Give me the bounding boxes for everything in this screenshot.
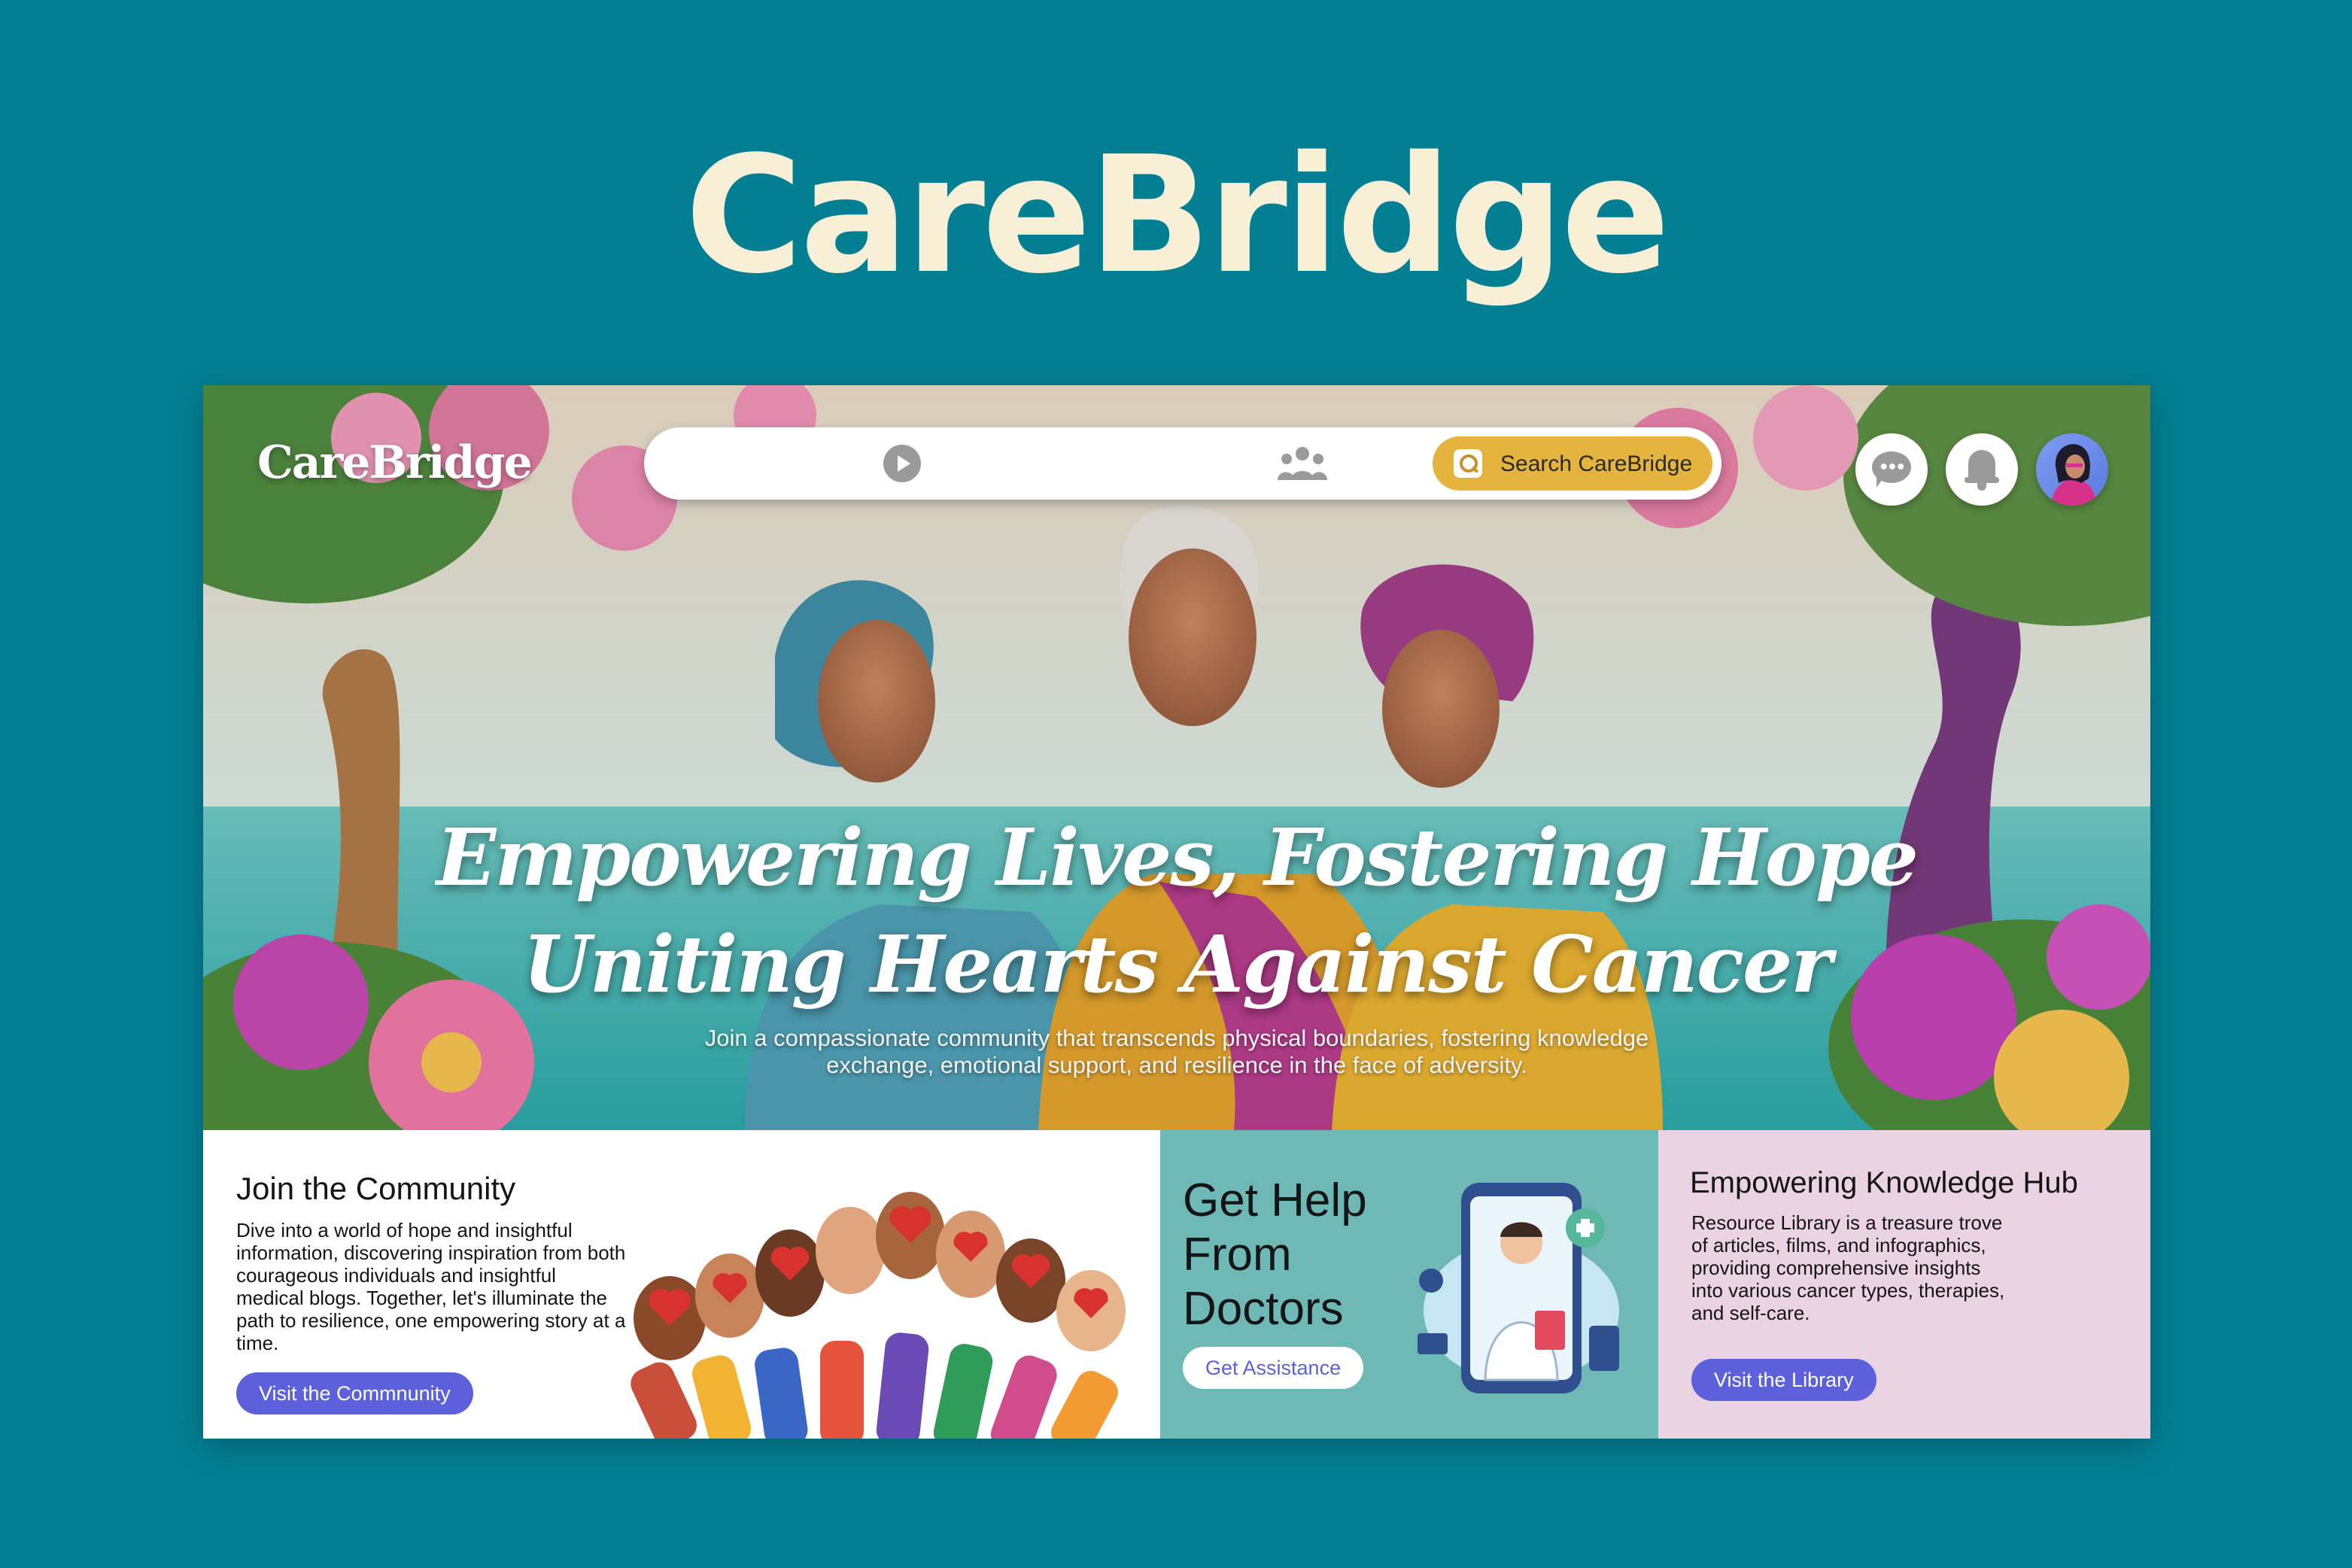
community-card: Join the Community Dive into a world of … bbox=[203, 1130, 1160, 1439]
avatar-illustration bbox=[2051, 444, 2096, 506]
app-logo[interactable]: CareBridge bbox=[257, 436, 533, 489]
showcase-page: CareBridge CareBridge Search CareBridge … bbox=[0, 0, 2352, 1568]
avatar[interactable] bbox=[2036, 433, 2108, 506]
search-label: Search CareBridge bbox=[1500, 451, 1693, 476]
brand-title: CareBridge bbox=[685, 122, 1670, 309]
doctor-on-phone-illustration bbox=[1418, 1183, 1619, 1393]
top-nav-bar: Search CareBridge bbox=[644, 427, 1721, 500]
get-assistance-button[interactable]: Get Assistance bbox=[1183, 1347, 1364, 1389]
hero-headline-line2: Uniting Hearts Against Cancer bbox=[522, 918, 1832, 1010]
knowledge-hub-card: Empowering Knowledge Hub Resource Librar… bbox=[1658, 1130, 2150, 1439]
app-screenshot: CareBridge Search CareBridge Empowering … bbox=[203, 385, 2150, 1439]
search-icon bbox=[1454, 449, 1482, 478]
hub-title: Empowering Knowledge Hub bbox=[1690, 1166, 2078, 1199]
chat-button[interactable] bbox=[1855, 433, 1928, 506]
visit-community-button[interactable]: Visit the Commnunity bbox=[236, 1372, 473, 1415]
doctors-title: Get Help From Doctors bbox=[1183, 1174, 1367, 1335]
chat-dots bbox=[1879, 463, 1905, 469]
bell-icon bbox=[1965, 450, 1999, 483]
community-icon[interactable] bbox=[1276, 444, 1329, 483]
bell-clapper bbox=[1977, 483, 1986, 491]
hero-headline-line1: Empowering Lives, Fostering Hope bbox=[436, 811, 1919, 904]
search-button[interactable]: Search CareBridge bbox=[1433, 436, 1712, 491]
hero-subtext: Join a compassionate community that tran… bbox=[704, 1025, 1649, 1078]
community-description: Dive into a world of hope and insightful… bbox=[236, 1219, 626, 1354]
doctors-card: Get Help From Doctors Get Assistance bbox=[1160, 1130, 1658, 1439]
community-title: Join the Community bbox=[236, 1171, 516, 1206]
hero-section: CareBridge Search CareBridge Empowering … bbox=[203, 385, 2150, 1130]
visit-library-button[interactable]: Visit the Library bbox=[1691, 1359, 1876, 1401]
play-icon[interactable] bbox=[883, 445, 921, 482]
notifications-button[interactable] bbox=[1946, 433, 2018, 506]
hub-description: Resource Library is a treasure trove of … bbox=[1691, 1211, 2005, 1324]
raised-hands-hearts-illustration bbox=[631, 1192, 1126, 1439]
